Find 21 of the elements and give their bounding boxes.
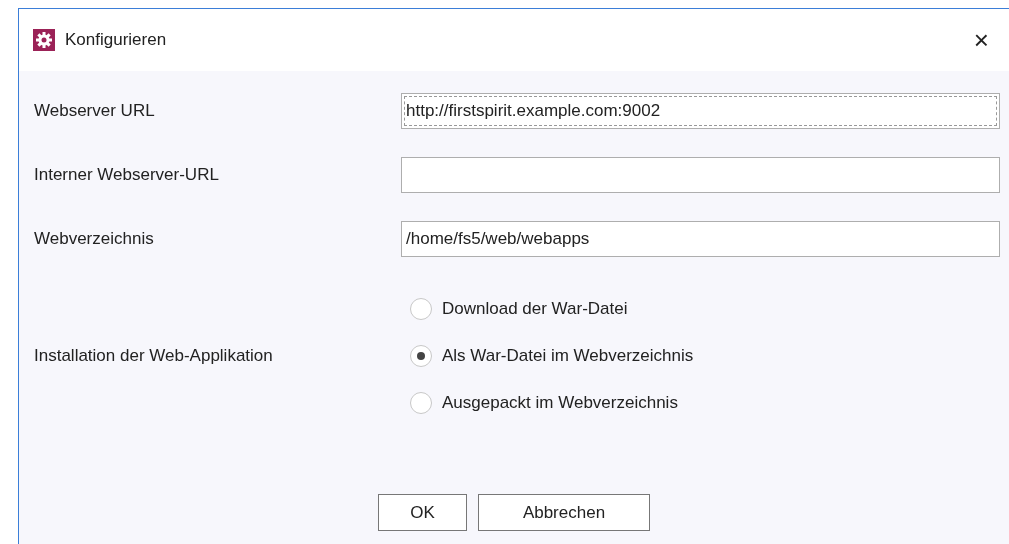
radio-option[interactable]: Ausgepackt im Webverzeichnis: [410, 379, 694, 426]
radio-label: Download der War-Datei: [442, 297, 628, 320]
radio-button[interactable]: [410, 391, 432, 414]
field-label: Webverzeichnis: [34, 228, 155, 251]
field-label: Installation der Web-Applikation: [34, 344, 274, 367]
input-field[interactable]: [401, 157, 1000, 193]
input-field[interactable]: http://firstspirit.example.com:9002: [401, 93, 1000, 129]
cancel-button[interactable]: Abbrechen: [478, 494, 650, 531]
radio-label: Als War-Datei im Webverzeichnis: [442, 344, 694, 367]
window-title: Konfigurieren: [65, 29, 167, 52]
gear-icon: [33, 29, 55, 51]
close-button[interactable]: ×: [961, 27, 1001, 53]
radio-option[interactable]: Als War-Datei im Webverzeichnis: [410, 332, 694, 379]
radio-option[interactable]: Download der War-Datei: [410, 285, 694, 332]
radio-button[interactable]: [410, 297, 432, 320]
radio-label: Ausgepackt im Webverzeichnis: [442, 391, 678, 414]
input-field[interactable]: /home/fs5/web/webapps: [401, 221, 1000, 257]
radio-button[interactable]: [410, 344, 432, 367]
field-label: Webserver URL: [34, 100, 156, 123]
ok-button[interactable]: OK: [378, 494, 467, 531]
field-label: Interner Webserver-URL: [34, 164, 220, 187]
